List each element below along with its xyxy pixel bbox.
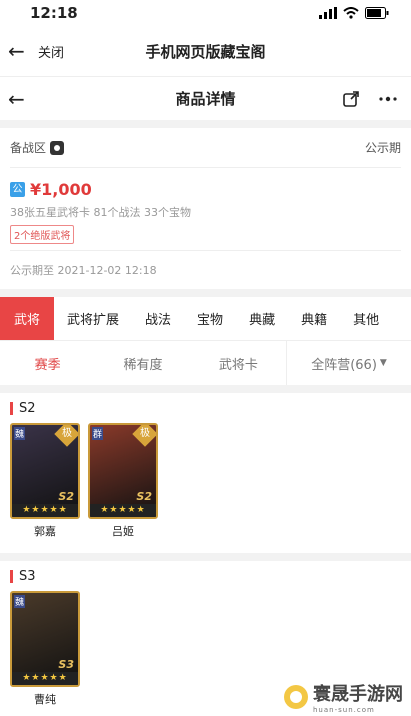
rank-badge: 极 [132, 425, 156, 447]
card-season: S2 [58, 490, 74, 503]
card-list: 魏 极 S2 ★★★★★ 郭嘉 群 极 S2 ★★★★★ 吕姬 [10, 423, 401, 539]
general-card-image: 魏 S3 ★★★★★ [10, 591, 80, 687]
tab-general-ext[interactable]: 武将扩展 [54, 297, 132, 340]
divider [0, 289, 411, 297]
divider [0, 385, 411, 393]
public-tag: 公 [10, 181, 25, 197]
tab-generals[interactable]: 武将 [0, 297, 55, 340]
price: ¥1,000 [30, 179, 92, 199]
star-rating: ★★★★★ [90, 504, 156, 517]
filter-rarity[interactable]: 稀有度 [95, 354, 190, 373]
rare-badge: 2个绝版武将 [10, 225, 75, 244]
filter-card[interactable]: 武将卡 [191, 354, 286, 373]
section-title: S3 [19, 568, 36, 584]
public-date: 公示期至 2021-12-02 12:18 [10, 264, 157, 277]
rank-badge: 极 [54, 425, 78, 447]
section-header: S2 [10, 393, 401, 423]
general-card-image: 群 极 S2 ★★★★★ [88, 423, 158, 519]
tab-collection[interactable]: 典藏 [236, 297, 288, 340]
section-marker [10, 569, 13, 583]
detail-header: ← 商品详情 [0, 76, 411, 120]
period-label: 公示期 [364, 141, 401, 155]
general-name: 郭嘉 [34, 525, 56, 538]
back-arrow-icon[interactable]: ← [8, 39, 34, 63]
listing-info: 备战区 公示期 公 ¥1,000 38张五星武将卡 81个战法 33个宝物 2个… [0, 128, 411, 289]
filter-tabs: 赛季 稀有度 武将卡 全阵营(66) ▼ [0, 341, 411, 385]
rank-label: 极 [140, 428, 150, 439]
status-time: 12:18 [30, 4, 78, 22]
rank-label: 极 [62, 428, 72, 439]
item-summary: 38张五星武将卡 81个战法 33个宝物 [10, 206, 191, 219]
close-button[interactable]: 关闭 [38, 42, 64, 61]
section-header: S3 [10, 561, 401, 591]
signal-icon [319, 7, 337, 19]
general-name: 曹纯 [34, 693, 56, 706]
general-card[interactable]: 魏 极 S2 ★★★★★ 郭嘉 [10, 423, 80, 539]
season-section: S2 魏 极 S2 ★★★★★ 郭嘉 群 极 S2 ★★★★★ 吕姬 [0, 393, 411, 547]
filter-camp-label: 全阵营(66) [311, 357, 377, 373]
camp-tag: 群 [92, 427, 104, 440]
watermark-url: huan-sun.com [313, 706, 375, 714]
section-marker [10, 401, 13, 415]
share-icon[interactable] [343, 90, 359, 107]
ios-platform-icon [50, 140, 65, 155]
status-bar: 12:18 [0, 0, 411, 26]
camp-tag: 魏 [14, 427, 26, 440]
star-rating: ★★★★★ [12, 672, 78, 685]
watermark-text: 寰晟手游网 [313, 684, 403, 705]
top-nav: ← 关闭 手机网页版藏宝阁 [0, 26, 411, 76]
tab-treasures[interactable]: 宝物 [184, 297, 236, 340]
divider [0, 553, 411, 561]
chevron-down-icon: ▼ [379, 358, 387, 368]
filter-camp-dropdown[interactable]: 全阵营(66) ▼ [286, 341, 411, 385]
general-card[interactable]: 魏 S3 ★★★★★ 曹纯 [10, 591, 80, 707]
tab-other[interactable]: 其他 [340, 297, 392, 340]
camp-tag: 魏 [14, 595, 26, 608]
wifi-icon [343, 7, 359, 19]
section-title: S2 [19, 400, 36, 416]
divider [0, 120, 411, 128]
category-tabs: 武将 武将扩展 战法 宝物 典藏 典籍 其他 [0, 297, 411, 341]
detail-back-arrow-icon[interactable]: ← [8, 87, 25, 111]
filter-season[interactable]: 赛季 [0, 354, 95, 373]
card-season: S2 [136, 490, 152, 503]
general-card[interactable]: 群 极 S2 ★★★★★ 吕姬 [88, 423, 158, 539]
tab-tactics[interactable]: 战法 [132, 297, 184, 340]
star-rating: ★★★★★ [12, 504, 78, 517]
server-row: 备战区 公示期 [10, 128, 401, 168]
watermark-logo-icon [284, 685, 308, 709]
general-name: 吕姬 [112, 525, 134, 538]
server-label: 备战区 [10, 141, 47, 155]
watermark: 寰晟手游网 huan-sun.com [283, 680, 403, 714]
more-icon[interactable] [379, 96, 397, 102]
general-card-image: 魏 极 S2 ★★★★★ [10, 423, 80, 519]
card-season: S3 [58, 658, 74, 671]
battery-icon [365, 7, 389, 19]
tab-books[interactable]: 典籍 [288, 297, 340, 340]
